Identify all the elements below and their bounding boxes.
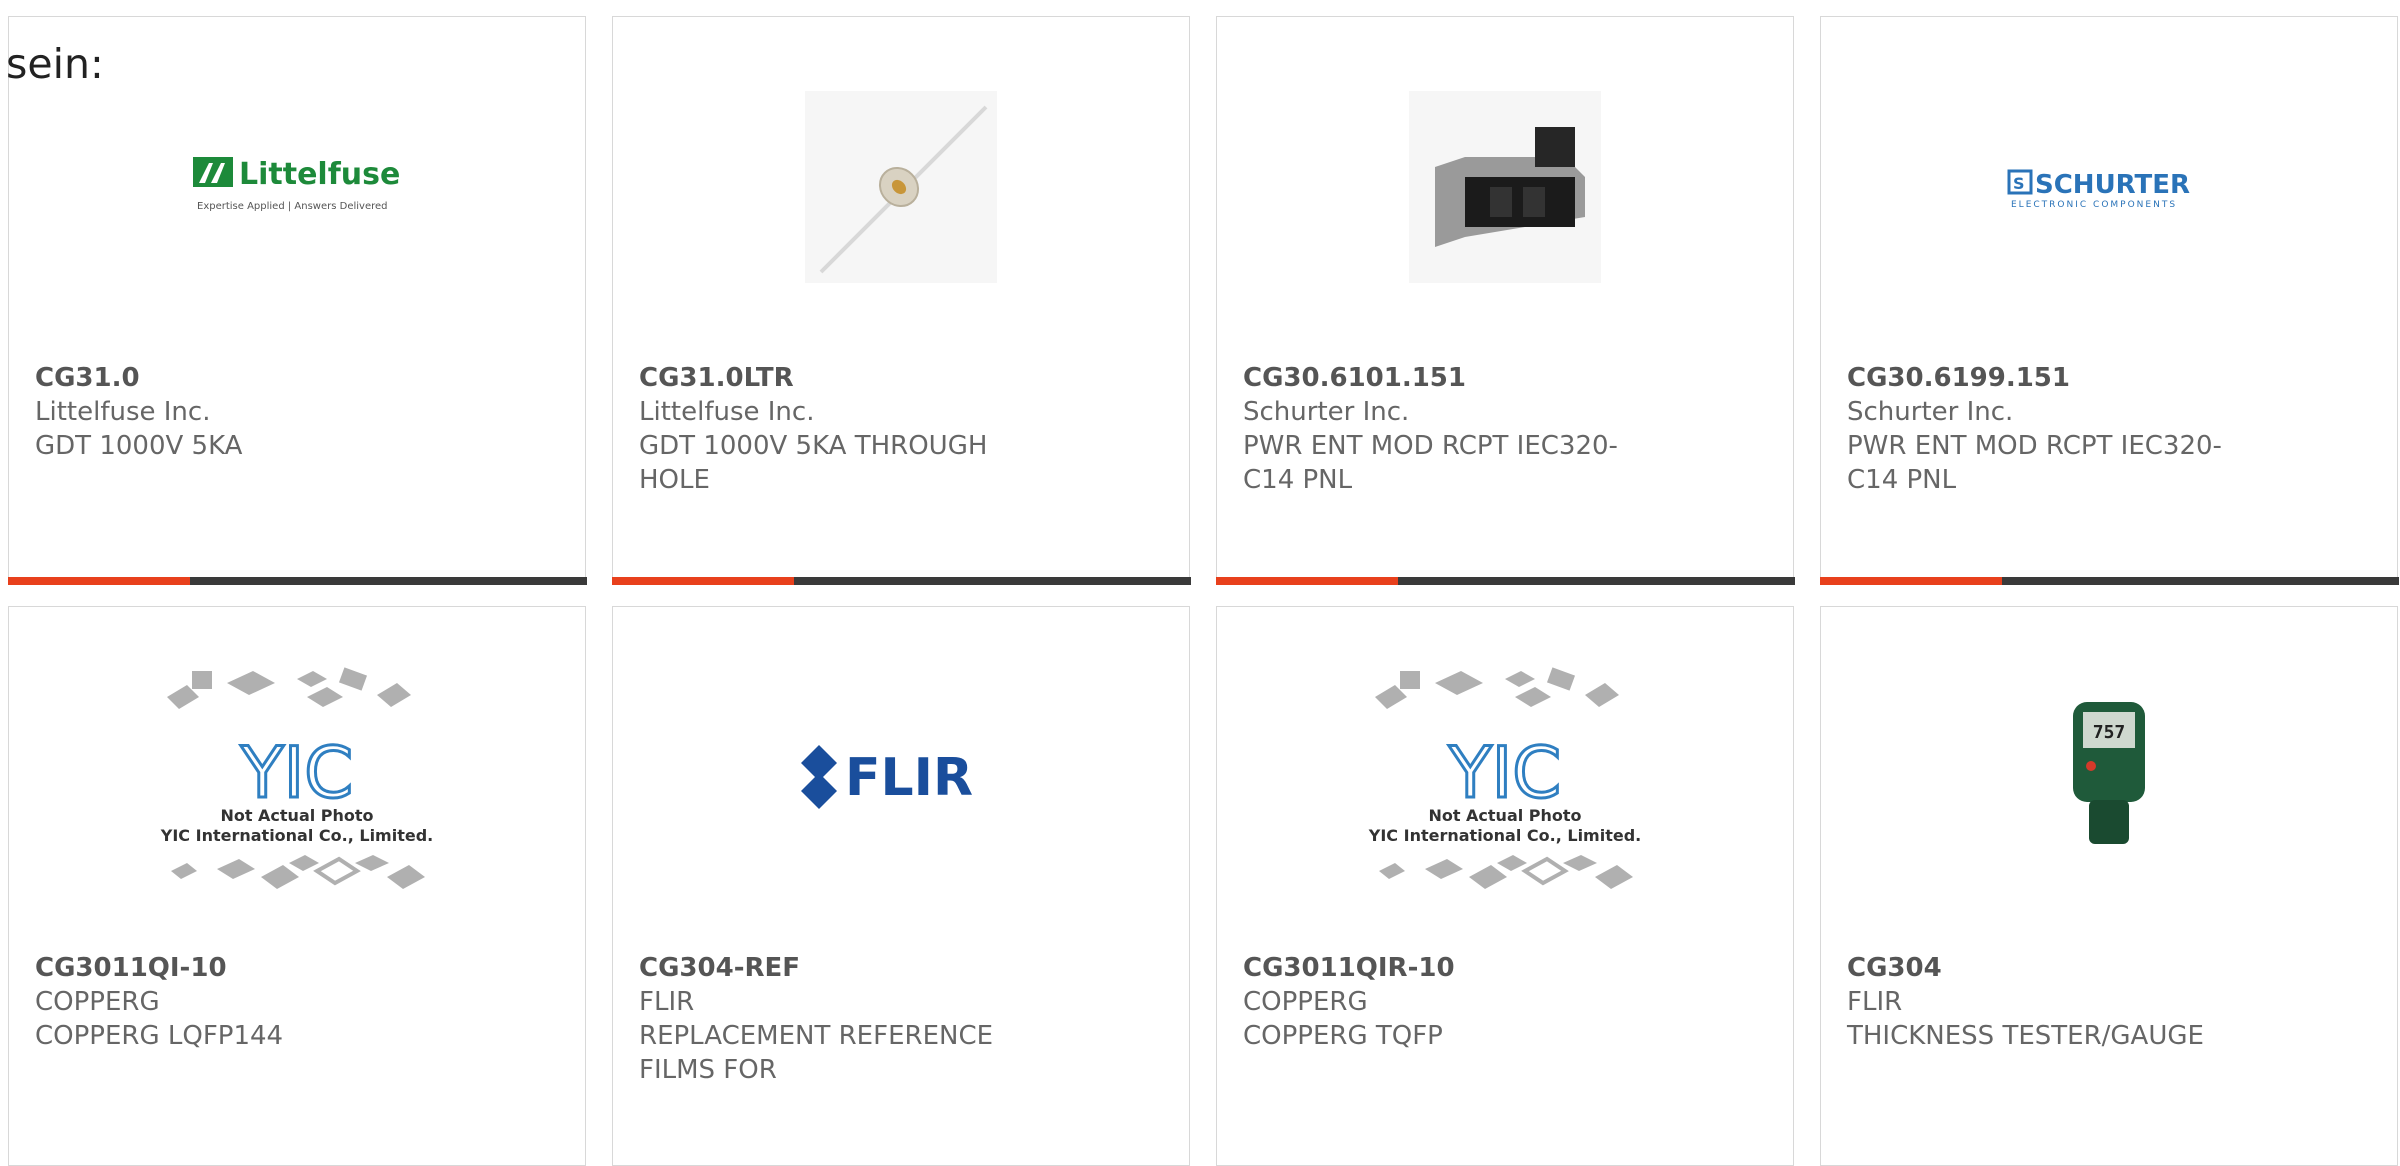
- loading-bar-fill: [1819, 576, 2002, 585]
- schurter-logo-text: SCHURTER: [2035, 170, 2190, 200]
- part-number[interactable]: CG3011QIR-10: [1243, 951, 1773, 985]
- product-info: CG31.0 Littelfuse Inc. GDT 1000V 5KA: [35, 361, 565, 463]
- product-info: CG304-REF FLIR REPLACEMENT REFERENCE FIL…: [639, 951, 1169, 1087]
- manufacturer: COPPERG: [1243, 987, 1368, 1017]
- product-card[interactable]: YIC Not Actual Photo YIC International C…: [8, 606, 586, 1166]
- description: REPLACEMENT REFERENCE FILMS FOR: [639, 1021, 994, 1085]
- product-image[interactable]: [613, 17, 1189, 357]
- product-image[interactable]: [1217, 17, 1793, 357]
- thickness-gauge-icon: 757: [2073, 702, 2145, 844]
- product-card[interactable]: CG30.6101.151 Schurter Inc. PWR ENT MOD …: [1215, 16, 1795, 585]
- description: COPPERG LQFP144: [35, 1021, 284, 1051]
- part-number[interactable]: CG30.6199.151: [1847, 361, 2377, 395]
- flir-logo-icon: FLIR: [801, 745, 973, 809]
- product-info: CG30.6101.151 Schurter Inc. PWR ENT MOD …: [1243, 361, 1773, 497]
- loading-bar: [1215, 576, 1795, 585]
- manufacturer: Schurter Inc.: [1847, 397, 2014, 427]
- description: GDT 1000V 5KA: [35, 431, 243, 461]
- manufacturer: FLIR: [639, 987, 695, 1017]
- placeholder-note: Not Actual Photo: [1428, 806, 1581, 825]
- loading-bar: [611, 576, 1191, 585]
- description: COPPERG TQFP: [1243, 1021, 1443, 1051]
- littelfuse-slogan: Expertise Applied | Answers Delivered: [197, 201, 388, 212]
- loading-bar-fill: [611, 576, 794, 585]
- product-image[interactable]: YIC Not Actual Photo YIC International C…: [1217, 607, 1793, 947]
- yic-placeholder-icon: YIC Not Actual Photo YIC International C…: [1368, 667, 1641, 889]
- description: GDT 1000V 5KA THROUGH HOLE: [639, 431, 988, 495]
- svg-text:YIC: YIC: [1448, 732, 1561, 814]
- yic-placeholder-icon: YIC Not Actual Photo YIC International C…: [160, 667, 433, 889]
- part-number[interactable]: CG304: [1847, 951, 2377, 985]
- product-info: CG3011QI-10 COPPERG COPPERG LQFP144: [35, 951, 565, 1053]
- product-image[interactable]: YIC Not Actual Photo YIC International C…: [9, 607, 585, 947]
- product-card[interactable]: YIC Not Actual Photo YIC International C…: [1216, 606, 1794, 1166]
- manufacturer: Littelfuse Inc.: [639, 397, 815, 427]
- description: PWR ENT MOD RCPT IEC320-C14 PNL: [1847, 431, 2222, 495]
- product-card[interactable]: S SCHURTER ELECTRONIC COMPONENTS CG30.61…: [1819, 16, 2399, 585]
- product-card[interactable]: Littelfuse Expertise Applied | Answers D…: [7, 16, 587, 585]
- part-number[interactable]: CG31.0LTR: [639, 361, 1169, 395]
- part-number[interactable]: CG3011QI-10: [35, 951, 565, 985]
- schurter-logo-icon: S SCHURTER ELECTRONIC COMPONENTS: [2007, 169, 2190, 210]
- manufacturer: Schurter Inc.: [1243, 397, 1410, 427]
- part-number[interactable]: CG304-REF: [639, 951, 1169, 985]
- loading-bar-fill: [7, 576, 190, 585]
- flir-logo-text: FLIR: [845, 748, 973, 808]
- placeholder-company: YIC International Co., Limited.: [160, 826, 433, 845]
- description: PWR ENT MOD RCPT IEC320-C14 PNL: [1243, 431, 1618, 495]
- svg-text:YIC: YIC: [240, 732, 353, 814]
- placeholder-company: YIC International Co., Limited.: [1368, 826, 1641, 845]
- product-image[interactable]: FLIR: [613, 607, 1189, 947]
- product-info: CG30.6199.151 Schurter Inc. PWR ENT MOD …: [1847, 361, 2377, 497]
- product-info: CG31.0LTR Littelfuse Inc. GDT 1000V 5KA …: [639, 361, 1169, 497]
- gauge-readout: 757: [2093, 722, 2126, 743]
- littelfuse-logo-icon: Littelfuse Expertise Applied | Answers D…: [193, 157, 400, 212]
- product-card[interactable]: 757 CG304 FLIR THICKNESS TESTER/GAUGE: [1820, 606, 2398, 1166]
- loading-bar: [1819, 576, 2399, 585]
- power-entry-module-icon: [1409, 91, 1601, 283]
- product-image[interactable]: S SCHURTER ELECTRONIC COMPONENTS: [1821, 17, 2397, 357]
- littelfuse-logo-text: Littelfuse: [239, 157, 400, 192]
- schurter-logo-sub: ELECTRONIC COMPONENTS: [2011, 200, 2177, 210]
- product-info: CG304 FLIR THICKNESS TESTER/GAUGE: [1847, 951, 2377, 1053]
- part-number[interactable]: CG31.0: [35, 361, 565, 395]
- product-card[interactable]: FLIR CG304-REF FLIR REPLACEMENT REFERENC…: [612, 606, 1190, 1166]
- description: THICKNESS TESTER/GAUGE: [1847, 1021, 2204, 1051]
- placeholder-note: Not Actual Photo: [220, 806, 373, 825]
- loading-bar: [7, 576, 587, 585]
- gas-discharge-tube-icon: [805, 91, 997, 283]
- manufacturer: COPPERG: [35, 987, 160, 1017]
- loading-bar-fill: [1215, 576, 1398, 585]
- part-number[interactable]: CG30.6101.151: [1243, 361, 1773, 395]
- product-card[interactable]: CG31.0LTR Littelfuse Inc. GDT 1000V 5KA …: [611, 16, 1191, 585]
- page-fragment-text: sein:: [6, 40, 104, 88]
- svg-text:S: S: [2013, 174, 2025, 193]
- product-info: CG3011QIR-10 COPPERG COPPERG TQFP: [1243, 951, 1773, 1053]
- manufacturer: Littelfuse Inc.: [35, 397, 211, 427]
- product-image[interactable]: 757: [1821, 607, 2397, 947]
- manufacturer: FLIR: [1847, 987, 1903, 1017]
